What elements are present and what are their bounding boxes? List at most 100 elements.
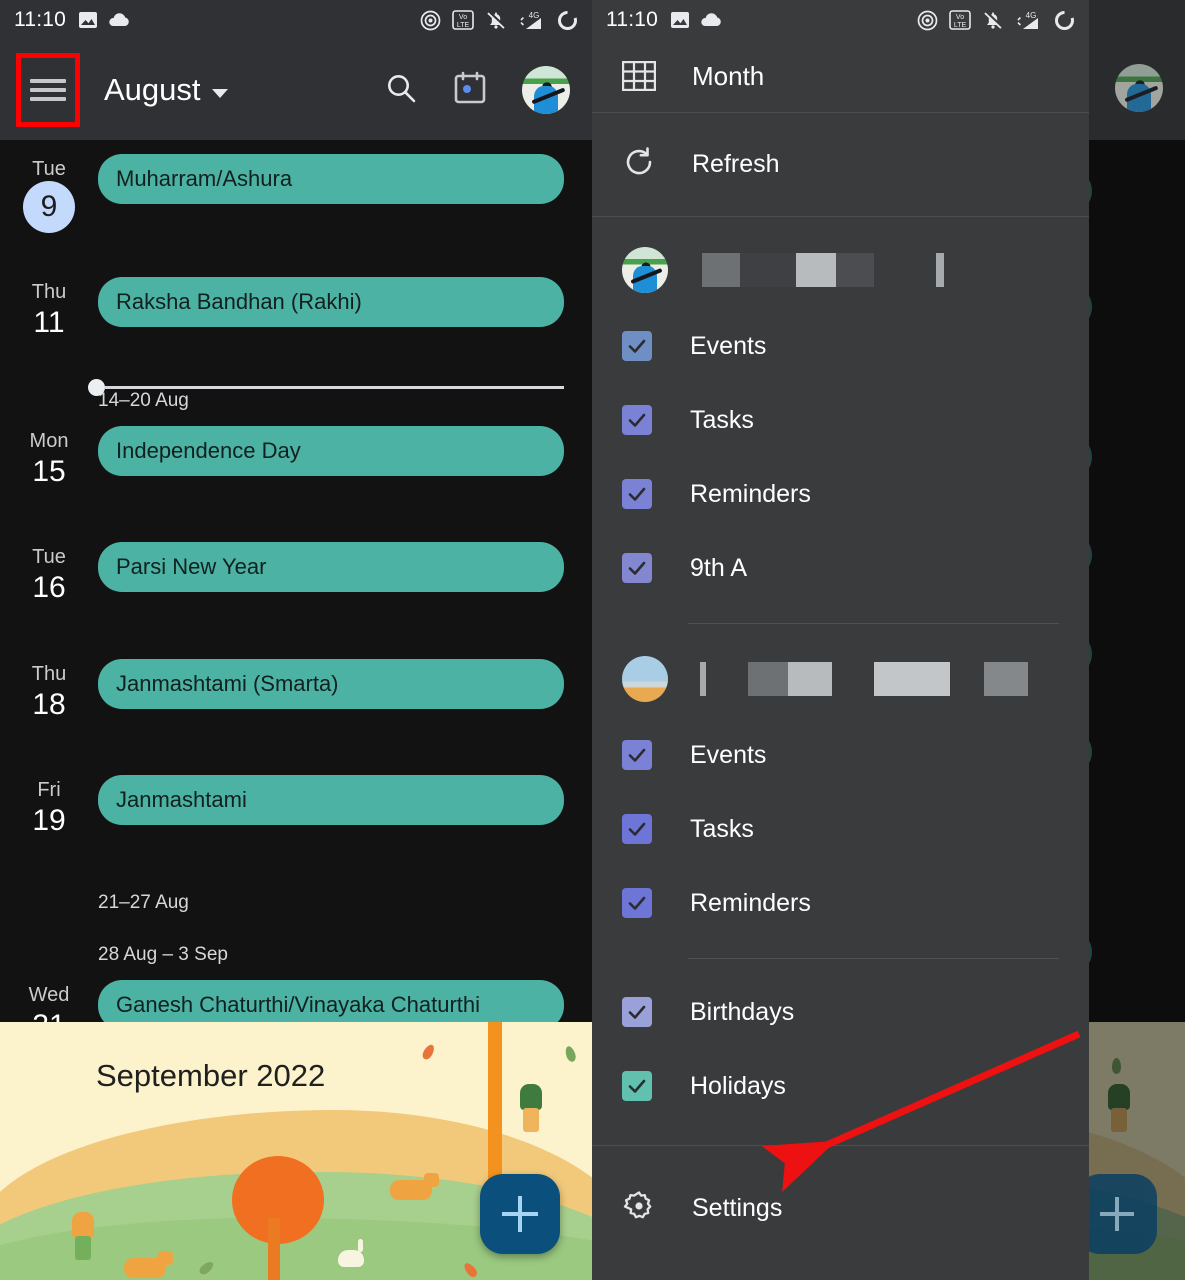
event-chip[interactable]: Raksha Bandhan (Rakhi) <box>98 277 564 328</box>
illustration-dog <box>390 1173 439 1200</box>
svg-text:LTE: LTE <box>954 22 967 29</box>
calendar-label: Events <box>690 740 767 769</box>
create-event-fab[interactable] <box>480 1174 560 1254</box>
day-of-week: Tue <box>32 546 66 568</box>
month-title-dropdown[interactable]: August <box>104 72 228 108</box>
page-title: August <box>104 72 201 107</box>
current-time-dot <box>88 379 105 396</box>
drawer-item-refresh[interactable]: Refresh <box>592 113 1089 216</box>
account-header[interactable] <box>592 640 1089 718</box>
illustration-person <box>520 1084 542 1132</box>
app-bar: August <box>0 40 592 140</box>
calendar-label: Reminders <box>690 479 811 508</box>
current-time-line <box>105 386 564 389</box>
illustration-dog <box>124 1251 173 1278</box>
plus-icon <box>502 1196 538 1232</box>
signal-4g-icon: 4G <box>518 10 546 31</box>
current-time-indicator <box>88 379 564 396</box>
date-label: Fri 19 <box>0 775 98 840</box>
calendar-label: Tasks <box>690 405 754 434</box>
today-calendar-icon[interactable] <box>454 71 486 110</box>
calendar-label: Birthdays <box>690 997 795 1026</box>
event-chip[interactable]: Independence Day <box>98 425 564 476</box>
schedule-row[interactable]: Mon 15 Independence Day <box>0 425 592 491</box>
calendar-toggle-reminders[interactable]: Reminders <box>592 866 1089 940</box>
event-chip[interactable]: Janmashtami <box>98 775 564 826</box>
checkbox-checked-icon[interactable] <box>622 553 652 583</box>
day-number: 15 <box>32 454 66 488</box>
checkbox-checked-icon[interactable] <box>622 888 652 918</box>
calendar-toggle-9th-a[interactable]: 9th A <box>592 531 1089 605</box>
status-bar: 11:10 Vo LTE 4G <box>0 0 592 40</box>
checkbox-checked-icon[interactable] <box>622 331 652 361</box>
avatar[interactable] <box>522 66 570 114</box>
illustration-leaf <box>563 1045 578 1063</box>
volte-icon: Vo LTE <box>452 10 474 30</box>
battery-icon <box>557 10 578 31</box>
drawer-item-settings[interactable]: Settings <box>592 1160 1089 1256</box>
illustration-pole <box>488 1022 502 1192</box>
hamburger-menu-icon[interactable] <box>16 53 80 127</box>
date-label: Mon 15 <box>0 426 98 491</box>
calendar-toggle-events[interactable]: Events <box>592 309 1089 383</box>
day-number: 11 <box>33 306 65 339</box>
illustration-month-label: September 2022 <box>96 1058 326 1093</box>
checkbox-checked-icon[interactable] <box>622 479 652 509</box>
day-of-week: Wed <box>28 983 70 1006</box>
cast-icon <box>917 10 938 31</box>
refresh-icon <box>622 145 656 184</box>
battery-icon <box>1054 10 1075 31</box>
checkbox-checked-icon[interactable] <box>622 1071 652 1101</box>
schedule-row[interactable]: Fri 19 Janmashtami <box>0 775 592 840</box>
left-phone-screen: 11:10 Vo LTE 4G August Tue 9 Muharram/As… <box>0 0 592 1280</box>
calendar-toggle-holidays[interactable]: Holidays <box>592 1049 1089 1123</box>
calendar-label: Tasks <box>690 814 754 843</box>
account-avatar <box>622 656 668 702</box>
date-label: Thu 11 <box>0 277 98 342</box>
image-icon <box>78 11 98 29</box>
checkbox-checked-icon[interactable] <box>622 740 652 770</box>
date-label: Tue 9 <box>0 154 98 233</box>
calendar-toggle-tasks[interactable]: Tasks <box>592 792 1089 866</box>
image-icon <box>670 11 690 29</box>
checkbox-checked-icon[interactable] <box>622 814 652 844</box>
svg-text:4G: 4G <box>1026 11 1037 20</box>
schedule-row[interactable]: Thu 11 Raksha Bandhan (Rakhi) <box>0 277 592 342</box>
calendar-toggle-events[interactable]: Events <box>592 718 1089 792</box>
checkbox-checked-icon[interactable] <box>622 405 652 435</box>
volte-icon: Vo LTE <box>949 10 971 30</box>
calendar-toggle-reminders[interactable]: Reminders <box>592 457 1089 531</box>
week-range-label: 28 Aug – 3 Sep <box>98 943 228 965</box>
account-avatar <box>622 247 668 293</box>
notifications-muted-icon <box>485 9 507 31</box>
divider <box>592 216 1089 217</box>
schedule-row[interactable]: Tue 16 Parsi New Year <box>0 542 592 607</box>
date-label: Thu 18 <box>0 659 98 724</box>
svg-text:Vo: Vo <box>956 14 964 21</box>
calendar-toggle-tasks[interactable]: Tasks <box>592 383 1089 457</box>
status-bar-clock: 11:10 <box>606 8 658 31</box>
calendar-toggle-birthdays[interactable]: Birthdays <box>592 975 1089 1049</box>
drawer-view-selector[interactable]: Month <box>592 40 1089 112</box>
schedule-list: Tue 9 Muharram/Ashura Thu 11 Raksha Band… <box>0 154 592 1044</box>
svg-text:LTE: LTE <box>457 22 470 29</box>
event-chip[interactable]: Janmashtami (Smarta) <box>98 658 564 709</box>
checkbox-checked-icon[interactable] <box>622 997 652 1027</box>
event-chip[interactable]: Muharram/Ashura <box>98 154 564 205</box>
calendar-label: Holidays <box>690 1071 786 1100</box>
cloud-icon <box>107 12 131 28</box>
cast-icon <box>420 10 441 31</box>
search-icon[interactable] <box>384 71 418 110</box>
background-fab <box>1077 1174 1157 1254</box>
drawer-item-help-feedback[interactable]: ? Help & feedback <box>592 1256 1089 1280</box>
account-header[interactable] <box>592 231 1089 309</box>
drawer-item-label: Refresh <box>692 150 780 178</box>
chevron-down-icon <box>211 88 228 98</box>
event-chip[interactable]: Parsi New Year <box>98 542 564 593</box>
illustration-person <box>72 1212 94 1260</box>
schedule-row[interactable]: Thu 18 Janmashtami (Smarta) <box>0 658 592 724</box>
drawer-item-label: Settings <box>692 1193 783 1222</box>
schedule-row[interactable]: Tue 9 Muharram/Ashura <box>0 154 592 233</box>
date-label: Tue 16 <box>0 542 98 607</box>
drawer-status-bar: 11:10 Vo LTE 4G <box>592 0 1089 40</box>
